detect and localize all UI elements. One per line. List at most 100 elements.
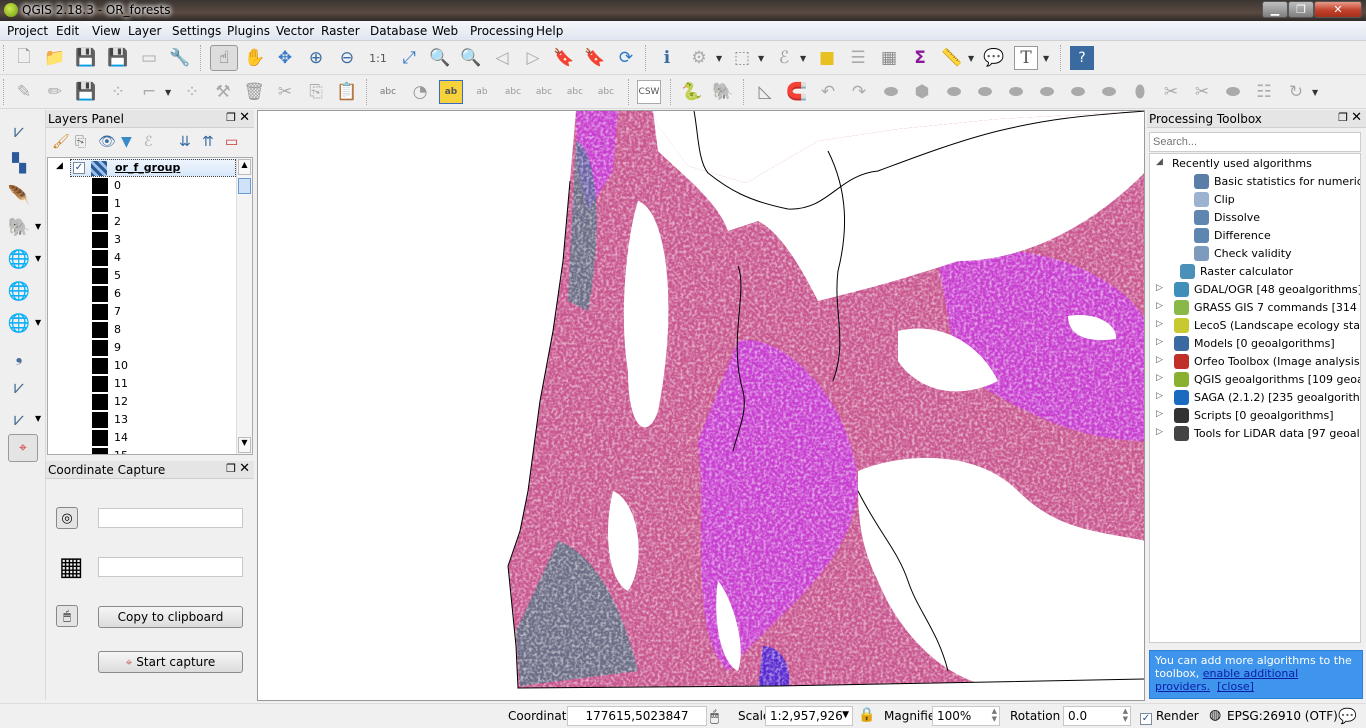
menu-raster[interactable]: Raster [321,24,360,38]
menu-help[interactable]: Help [536,24,563,38]
simplify-icon[interactable]: ⬢ [910,80,934,104]
provider-item[interactable]: ▷ SAGA (2.1.2) [235 geoalgorithms] [1150,389,1360,407]
provider-item[interactable]: ▷ Scripts [0 geoalgorithms] [1150,407,1360,425]
expand-arrow[interactable]: ▷ [1156,409,1163,419]
provider-item[interactable]: ▷ LecoS (Landscape ecology statis... [1150,317,1360,335]
delete-ring-icon[interactable]: ⬬ [1035,80,1059,104]
merge-features-icon[interactable]: ⬬ [1221,80,1245,104]
add-wfs-icon[interactable]: 🌐 [6,310,32,336]
attribute-table-icon[interactable]: ☰ [846,46,870,70]
layer-row[interactable]: 14 [92,429,232,447]
composer-manager-icon[interactable]: 🔧 [168,46,192,70]
float-panel-icon[interactable]: ❐ [226,111,236,124]
layer-row[interactable]: 10 [92,357,232,375]
recent-algorithm-item[interactable]: Dissolve [1150,209,1360,227]
menu-vector[interactable]: Vector [276,24,314,38]
rotate-point-symbols-icon[interactable]: ↻ [1284,80,1308,104]
map-tips-icon[interactable]: 💬 [982,46,1006,70]
float-panel-icon[interactable]: ❐ [1338,111,1348,124]
filter-expression-icon[interactable]: ℰ [144,134,152,150]
highlight-pinned-icon[interactable]: ab [470,80,494,104]
layer-row[interactable]: 13 [92,411,232,429]
scroll-down-button[interactable]: ▼ [238,437,251,453]
add-wms-icon[interactable]: 🌐 [6,246,32,272]
toggle-editing-icon[interactable]: ✏ [43,80,67,104]
show-hide-labels-icon[interactable]: abc [501,80,525,104]
circular-string-dropdown[interactable]: ▼ [165,88,171,97]
layer-row[interactable]: 12 [92,393,232,411]
select-dropdown[interactable]: ▼ [758,54,764,63]
pan-icon[interactable]: ✋ [243,46,267,70]
close-panel-icon[interactable]: ✕ [239,110,250,125]
add-vector-layer-icon[interactable]: ⩗ [6,118,32,144]
field-calculator-icon[interactable]: ▦ [877,46,901,70]
start-capture-button[interactable]: ⌖ Start capture [98,651,243,673]
crs-globe-icon[interactable]: ◍ [1209,707,1221,723]
pin-labels-icon[interactable]: ab [439,80,463,104]
toggle-extents-icon[interactable]: 🖱 [710,707,719,725]
recent-algorithm-item[interactable]: Difference [1150,227,1360,245]
expand-all-icon[interactable]: ⇊ [179,134,191,150]
render-checkbox[interactable]: ✓ [1140,710,1152,725]
toolbox-search-input[interactable] [1149,132,1361,152]
add-postgis-icon[interactable]: 🐘 [6,214,32,240]
rotate-label-icon[interactable]: abc [563,80,587,104]
expand-arrow[interactable]: ▷ [1156,373,1163,383]
select-features-icon[interactable]: ⬚ [730,46,754,70]
add-spatialite-icon[interactable]: ❟ [6,342,32,368]
zoom-out-icon[interactable]: ⊖ [335,46,359,70]
new-shapefile-icon[interactable]: ⩗ [6,374,32,400]
run-action-dropdown[interactable]: ▼ [716,54,722,63]
snapping-icon[interactable]: 🧲 [785,80,809,104]
wfs-dropdown[interactable]: ▼ [35,318,41,327]
close-panel-icon[interactable]: ✕ [1351,110,1362,125]
map-crs-coordinate-field[interactable] [98,508,243,528]
expand-arrow[interactable]: ▷ [1156,391,1163,401]
menu-edit[interactable]: Edit [56,24,79,38]
measure-icon[interactable]: 📏 [940,46,964,70]
pan-to-selection-icon[interactable]: ✥ [273,46,297,70]
zoom-next-icon[interactable]: ▷ [521,46,545,70]
close-info-link[interactable]: [close] [1217,680,1254,693]
node-tool-icon[interactable]: ⚒ [211,80,235,104]
menu-processing[interactable]: Processing [470,24,534,38]
coordinate-field[interactable]: 177615,5023847 [567,706,707,726]
maximize-button[interactable]: ❐ [1288,1,1314,18]
merge-attributes-icon[interactable]: ☷ [1252,80,1276,104]
layer-row[interactable]: 7 [92,303,232,321]
spin-arrows-icon[interactable]: ▲ ▼ [1123,707,1128,723]
identify-icon[interactable]: ℹ [655,46,679,70]
coordinate-capture-icon[interactable]: ⌖ [8,434,38,462]
add-group-icon[interactable]: ⎘ [75,134,86,150]
provider-item[interactable]: ▷ Tools for LiDAR data [97 geoalgo... [1150,425,1360,443]
add-delimited-text-icon[interactable]: 🪶 [6,182,32,208]
expand-arrow[interactable]: ▷ [1156,427,1163,437]
expand-arrow[interactable]: ▷ [1156,319,1163,329]
csw-icon[interactable]: CSW [637,80,661,104]
menu-web[interactable]: Web [432,24,458,38]
move-label-icon[interactable]: abc [532,80,556,104]
split-features-icon[interactable]: ✂ [1159,80,1183,104]
menu-view[interactable]: View [92,24,120,38]
scroll-thumb[interactable] [238,178,251,194]
show-bookmarks-icon[interactable]: 🔖 [583,46,607,70]
scroll-up-button[interactable]: ▲ [238,159,251,175]
cut-features-icon[interactable]: ✂ [273,80,297,104]
new-bookmark-icon[interactable]: 🔖 [552,46,576,70]
zoom-in-icon[interactable]: ⊕ [304,46,328,70]
styling-icon[interactable]: 🖌 [52,134,70,150]
open-project-icon[interactable]: 📁 [43,46,67,70]
python-console-icon[interactable]: 🐍 [680,80,704,104]
split-parts-icon[interactable]: ✂ [1190,80,1214,104]
refresh-icon[interactable]: ⟳ [614,46,638,70]
help-icon[interactable]: ? [1070,46,1094,70]
layer-row[interactable]: 8 [92,321,232,339]
paste-features-icon[interactable]: 📋 [335,80,359,104]
minimize-button[interactable]: ▁ [1262,1,1288,18]
layer-row[interactable]: 5 [92,267,232,285]
layer-row[interactable]: 3 [92,231,232,249]
layer-group-row[interactable]: ✓ or_f_group [70,159,236,177]
copy-features-icon[interactable]: ⎘ [304,80,328,104]
recent-algorithms-group[interactable]: ◢ Recently used algorithms [1150,155,1360,173]
text-annotation-icon[interactable]: T [1014,46,1038,70]
